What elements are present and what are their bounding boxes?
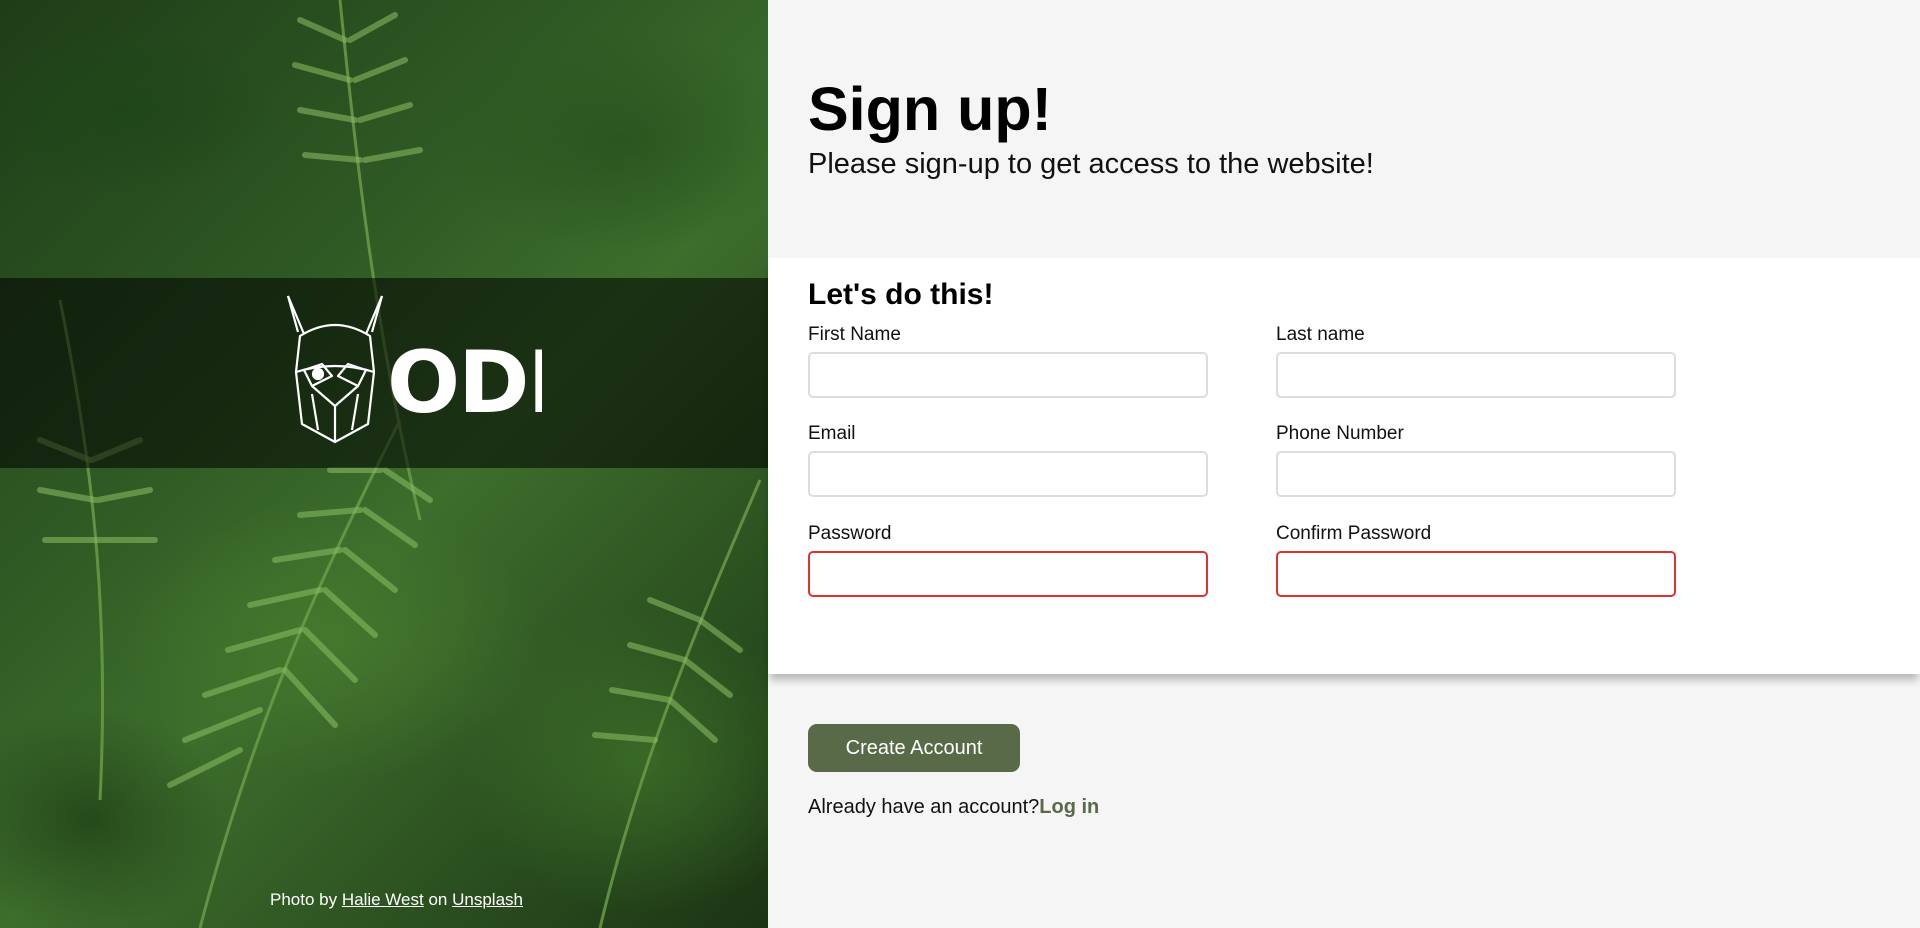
credit-prefix: Photo by: [270, 890, 338, 909]
phone-label: Phone Number: [1276, 423, 1404, 444]
last-name-label: Last name: [1276, 324, 1365, 345]
odin-logo-icon: ODIN: [286, 295, 542, 444]
signup-page: ODIN Photo by Halie West on Unsplash Sig…: [0, 0, 1920, 928]
confirm-password-input[interactable]: [1276, 551, 1676, 597]
login-prompt: Already have an account?Log in: [808, 796, 1099, 819]
create-account-button[interactable]: Create Account: [808, 724, 1020, 772]
password-label: Password: [808, 523, 892, 544]
photo-credit: Photo by Halie West on Unsplash: [270, 890, 523, 910]
email-group: Email: [808, 423, 1208, 497]
first-name-input[interactable]: [808, 352, 1208, 398]
page-subtitle: Please sign-up to get access to the webs…: [808, 148, 1374, 180]
last-name-group: Last name: [1276, 324, 1676, 398]
page-header: Sign up! Please sign-up to get access to…: [808, 72, 1374, 182]
email-label: Email: [808, 423, 856, 444]
credit-middle: on: [428, 890, 448, 909]
login-prompt-text: Already have an account?: [808, 796, 1040, 818]
signup-panel: Sign up! Please sign-up to get access to…: [768, 0, 1920, 928]
first-name-label: First Name: [808, 324, 901, 345]
email-input[interactable]: [808, 451, 1208, 497]
confirm-password-label: Confirm Password: [1276, 523, 1432, 544]
phone-group: Phone Number: [1276, 423, 1676, 497]
password-group: Password: [808, 523, 1208, 597]
logo-text: ODIN: [387, 333, 542, 433]
password-input[interactable]: [808, 551, 1208, 597]
signup-form: Let's do this! First Name Last name Emai…: [768, 258, 1920, 674]
page-title: Sign up!: [808, 75, 1052, 143]
credit-author-link[interactable]: Halie West: [342, 890, 424, 909]
first-name-group: First Name: [808, 324, 1208, 398]
login-link[interactable]: Log in: [1039, 796, 1099, 818]
confirm-password-group: Confirm Password: [1276, 523, 1676, 597]
form-title: Let's do this!: [808, 278, 994, 311]
credit-source-link[interactable]: Unsplash: [452, 890, 523, 909]
phone-input[interactable]: [1276, 451, 1676, 497]
last-name-input[interactable]: [1276, 352, 1676, 398]
hero-image: ODIN Photo by Halie West on Unsplash: [0, 0, 768, 928]
